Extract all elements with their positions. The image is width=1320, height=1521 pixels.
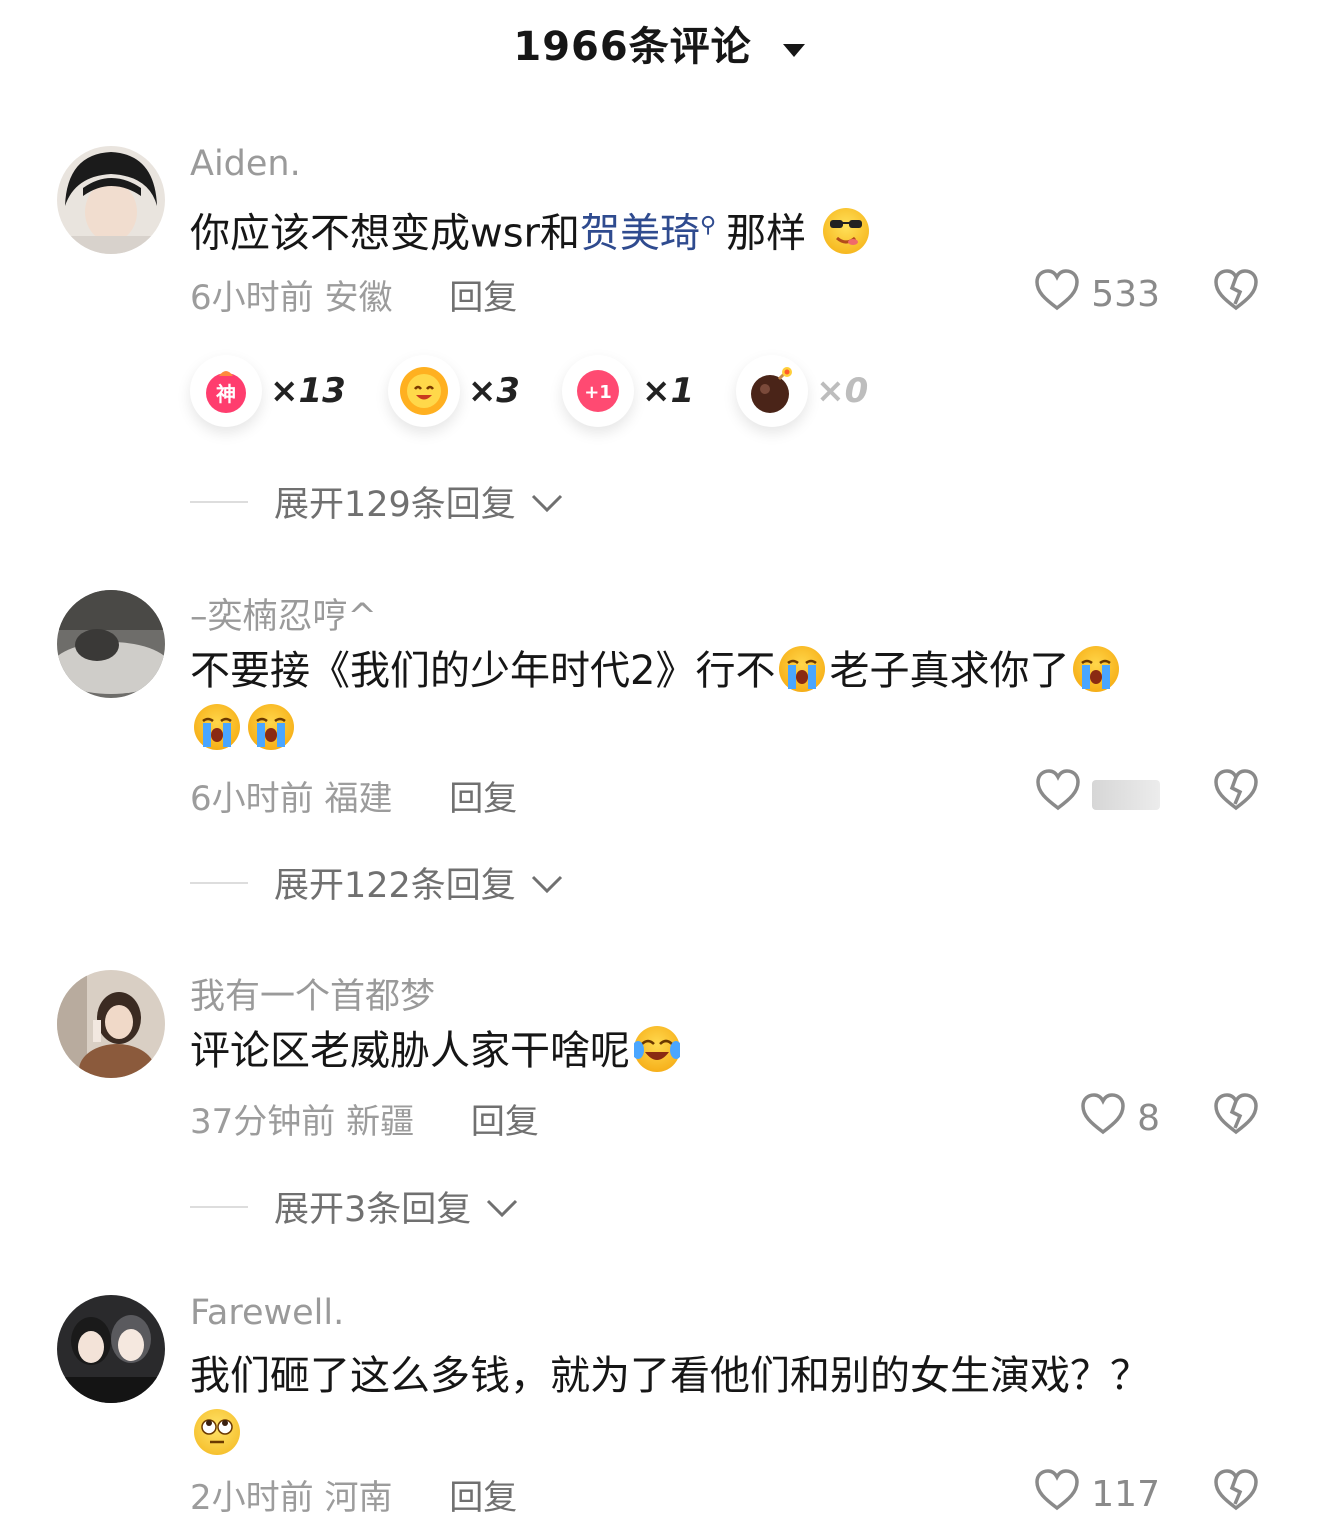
divider — [190, 881, 248, 884]
eye-roll-emoji-icon — [194, 1409, 240, 1455]
timestamp: 2小时前 — [190, 1478, 314, 1518]
timestamp: 6小时前 — [190, 278, 314, 318]
dislike-button[interactable] — [1212, 768, 1260, 816]
comment-count-title: 1966条评论 — [513, 24, 752, 70]
expand-replies-button[interactable]: 展开3条回复 — [190, 1181, 519, 1232]
heart-icon — [1033, 1468, 1081, 1521]
timestamp: 37分钟前 — [190, 1102, 336, 1142]
like-button[interactable] — [1034, 768, 1160, 821]
svg-text:神: 神 — [216, 382, 236, 406]
crying-emoji-icon — [1073, 646, 1120, 692]
avatar[interactable] — [57, 1295, 165, 1403]
laughing-tears-emoji-icon — [634, 1026, 680, 1072]
broken-heart-icon — [1212, 769, 1260, 816]
bomb-icon — [736, 355, 809, 427]
like-count: 117 — [1091, 1474, 1160, 1515]
divider — [190, 1205, 248, 1208]
dislike-button[interactable] — [1212, 268, 1260, 316]
comment-meta: 37分钟前 新疆 回复 — [190, 1094, 539, 1143]
like-count — [1092, 779, 1160, 810]
heart-icon — [1033, 268, 1081, 321]
crying-emoji-icon — [194, 704, 240, 750]
expand-replies-button[interactable]: 展开129条回复 — [190, 476, 564, 527]
broken-heart-icon — [1212, 269, 1260, 316]
reaction-item[interactable]: 神 ×13 — [190, 355, 346, 427]
reply-button[interactable]: 回复 — [449, 278, 517, 318]
avatar[interactable] — [57, 970, 165, 1078]
plus-one-icon: +1 — [561, 355, 634, 427]
reaction-item[interactable]: +1 ×1 — [561, 355, 695, 427]
comment-meta: 6小时前 福建 回复 — [190, 771, 517, 820]
heart-icon — [1034, 768, 1082, 821]
reaction-count: ×3 — [467, 371, 520, 411]
like-button[interactable]: 8 — [1079, 1092, 1160, 1145]
sunglasses-emoji-icon — [822, 208, 869, 255]
expand-replies-button[interactable]: 展开122条回复 — [190, 857, 564, 908]
search-icon[interactable]: ⚲ — [700, 213, 716, 238]
shen-badge-icon: 神 — [190, 355, 262, 427]
broken-heart-icon — [1212, 1469, 1260, 1516]
comment-text: 我们砸了这么多钱，就为了看他们和别的女生演戏？？ — [190, 1347, 1220, 1463]
username[interactable]: Farewell. — [190, 1293, 344, 1333]
heart-icon — [1079, 1092, 1127, 1145]
divider — [190, 500, 248, 503]
reaction-bar: 神 ×13 ×3 +1 ×1 ×0 — [190, 355, 910, 427]
avatar[interactable] — [57, 146, 165, 254]
reply-button[interactable]: 回复 — [471, 1102, 539, 1142]
username[interactable]: Aiden. — [190, 144, 301, 184]
sun-smile-icon — [387, 355, 460, 427]
comment-text: 不要接《我们的少年时代2》行不 老子真求你了 — [190, 642, 1220, 758]
reaction-count: ×0 — [816, 371, 869, 411]
reaction-count: ×1 — [641, 371, 695, 411]
location: 新疆 — [346, 1102, 415, 1142]
like-count: 533 — [1091, 274, 1160, 315]
like-button[interactable]: 117 — [1033, 1468, 1160, 1521]
dislike-button[interactable] — [1212, 1468, 1260, 1516]
caret-down-icon[interactable] — [781, 23, 807, 69]
avatar[interactable] — [57, 590, 165, 698]
broken-heart-icon — [1212, 1093, 1260, 1140]
location: 安徽 — [324, 278, 393, 318]
comment-text: 你应该不想变成wsr和贺美琦⚲ 那样 — [190, 197, 1220, 262]
timestamp: 6小时前 — [190, 779, 314, 819]
reaction-item[interactable]: ×0 — [736, 355, 868, 427]
comments-header[interactable]: 1966条评论 — [0, 14, 1320, 72]
dislike-button[interactable] — [1212, 1092, 1260, 1140]
location: 河南 — [324, 1478, 393, 1518]
chevron-down-icon — [530, 482, 564, 522]
comment-meta: 2小时前 河南 回复 — [190, 1470, 517, 1519]
username[interactable]: –奕楠忍哼^ — [190, 588, 377, 639]
like-count: 8 — [1137, 1098, 1160, 1139]
crying-emoji-icon — [779, 646, 826, 692]
chevron-down-icon — [530, 863, 564, 903]
reaction-count: ×13 — [270, 371, 346, 411]
svg-text:+1: +1 — [584, 382, 612, 403]
location: 福建 — [324, 779, 393, 819]
reply-button[interactable]: 回复 — [449, 779, 517, 819]
reaction-item[interactable]: ×3 — [387, 355, 520, 427]
like-button[interactable]: 533 — [1033, 268, 1160, 321]
reply-button[interactable]: 回复 — [449, 1478, 517, 1518]
username[interactable]: 我有一个首都梦 — [190, 968, 435, 1019]
comment-meta: 6小时前 安徽 回复 — [190, 270, 517, 319]
chevron-down-icon — [485, 1187, 519, 1227]
crying-emoji-icon — [248, 704, 294, 750]
comment-text: 评论区老威胁人家干啥呢 — [190, 1022, 1220, 1080]
topic-link[interactable]: 贺美琦 — [580, 210, 700, 256]
